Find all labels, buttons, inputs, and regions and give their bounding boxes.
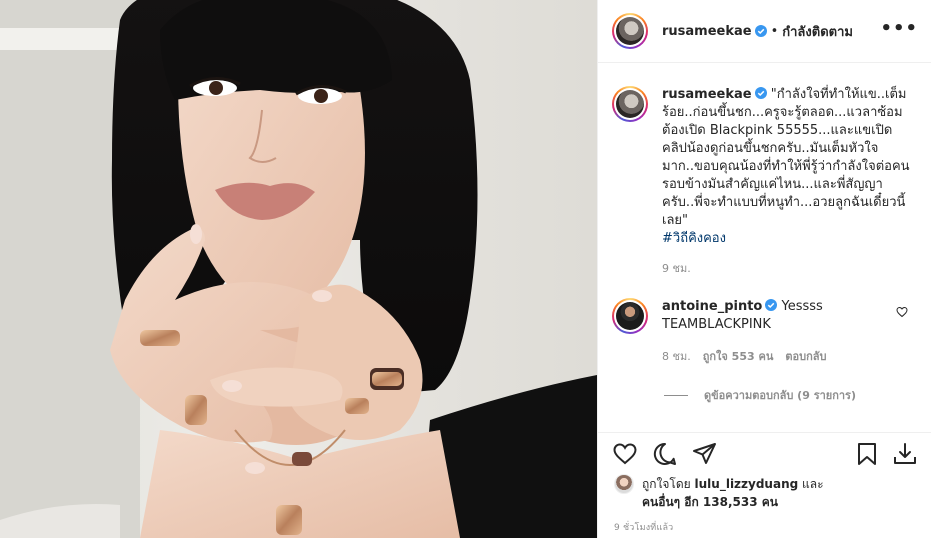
verified-badge-icon	[754, 87, 767, 99]
more-options-icon[interactable]: •••	[880, 20, 918, 38]
liker-avatar[interactable]	[614, 474, 634, 494]
comment-text: Yessss	[781, 299, 823, 314]
replies-divider	[664, 394, 688, 396]
view-replies-label: ดูข้อความตอบกลับ (9 รายการ)	[704, 389, 856, 402]
verified-badge-icon	[754, 25, 767, 37]
post-side-panel: rusameekae • กำลังติดตาม ••• rusameekae …	[597, 0, 931, 538]
header-separator: •	[770, 23, 779, 39]
post-photo[interactable]	[0, 0, 597, 538]
comment-likes[interactable]: ถูกใจ 553 คน	[703, 348, 774, 366]
following-button[interactable]: กำลังติดตาม	[782, 21, 853, 42]
liked-by-and: และ	[798, 477, 824, 491]
comment-bubble-icon[interactable]	[652, 441, 678, 467]
verified-badge-icon	[765, 299, 778, 311]
comment-item: antoine_pinto Yessss TEAMBLACKPINK 8 ชม.…	[612, 298, 922, 366]
header-identity: rusameekae • กำลังติดตาม	[662, 21, 853, 42]
post-header: rusameekae • กำลังติดตาม •••	[598, 0, 931, 63]
post-actions-section: ถูกใจโดย lulu_lizzyduang และ คนอื่นๆ อีก…	[598, 432, 931, 538]
caption-username[interactable]: rusameekae	[662, 87, 752, 102]
caption-body: rusameekae "กำลังใจที่ทำให้แข..เต็มร้อย.…	[662, 86, 912, 278]
author-avatar[interactable]	[612, 13, 648, 49]
liked-by-user[interactable]: lulu_lizzyduang	[695, 477, 799, 491]
action-bar	[612, 441, 918, 467]
comment-text-line2: TEAMBLACKPINK	[662, 317, 771, 332]
caption-text: "กำลังใจที่ทำให้แข..เต็มร้อย..ก่อนขึ้นชก…	[662, 87, 910, 228]
commenter-username[interactable]: antoine_pinto	[662, 299, 762, 314]
caption-hashtag[interactable]: #วิถีคิงคอง	[662, 230, 912, 248]
portrait-illustration	[0, 0, 597, 538]
reply-button[interactable]: ตอบกลับ	[785, 348, 826, 366]
comment-time: 8 ชม.	[662, 350, 691, 363]
comment-meta: 8 ชม. ถูกใจ 553 คน ตอบกลับ	[662, 348, 892, 366]
instagram-post: rusameekae • กำลังติดตาม ••• rusameekae …	[0, 0, 931, 538]
liked-by-summary: ถูกใจโดย lulu_lizzyduang และ คนอื่นๆ อีก…	[614, 474, 914, 511]
post-caption: rusameekae "กำลังใจที่ทำให้แข..เต็มร้อย.…	[612, 86, 922, 278]
liked-by-prefix: ถูกใจโดย	[642, 477, 695, 491]
commenter-avatar[interactable]	[612, 298, 648, 334]
view-replies-button[interactable]: ดูข้อความตอบกลับ (9 รายการ)	[664, 386, 856, 404]
caption-time: 9 ชม.	[662, 262, 691, 275]
liked-by-text: ถูกใจโดย lulu_lizzyduang และ คนอื่นๆ อีก…	[642, 475, 872, 511]
save-bookmark-icon[interactable]	[854, 441, 880, 467]
download-icon[interactable]	[892, 441, 918, 467]
like-heart-icon[interactable]	[612, 441, 638, 467]
comment-body: antoine_pinto Yessss TEAMBLACKPINK 8 ชม.…	[662, 298, 892, 366]
comment-like-heart-icon[interactable]	[896, 306, 908, 318]
author-username[interactable]: rusameekae	[662, 24, 752, 39]
post-timestamp[interactable]: 9 ชั่วโมงที่แล้ว	[614, 520, 673, 534]
share-paper-plane-icon[interactable]	[692, 441, 718, 467]
liked-by-others[interactable]: คนอื่นๆ อีก 138,533 คน	[642, 495, 778, 509]
caption-author-avatar[interactable]	[612, 86, 648, 122]
comments-section: rusameekae "กำลังใจที่ทำให้แข..เต็มร้อย.…	[598, 64, 931, 432]
